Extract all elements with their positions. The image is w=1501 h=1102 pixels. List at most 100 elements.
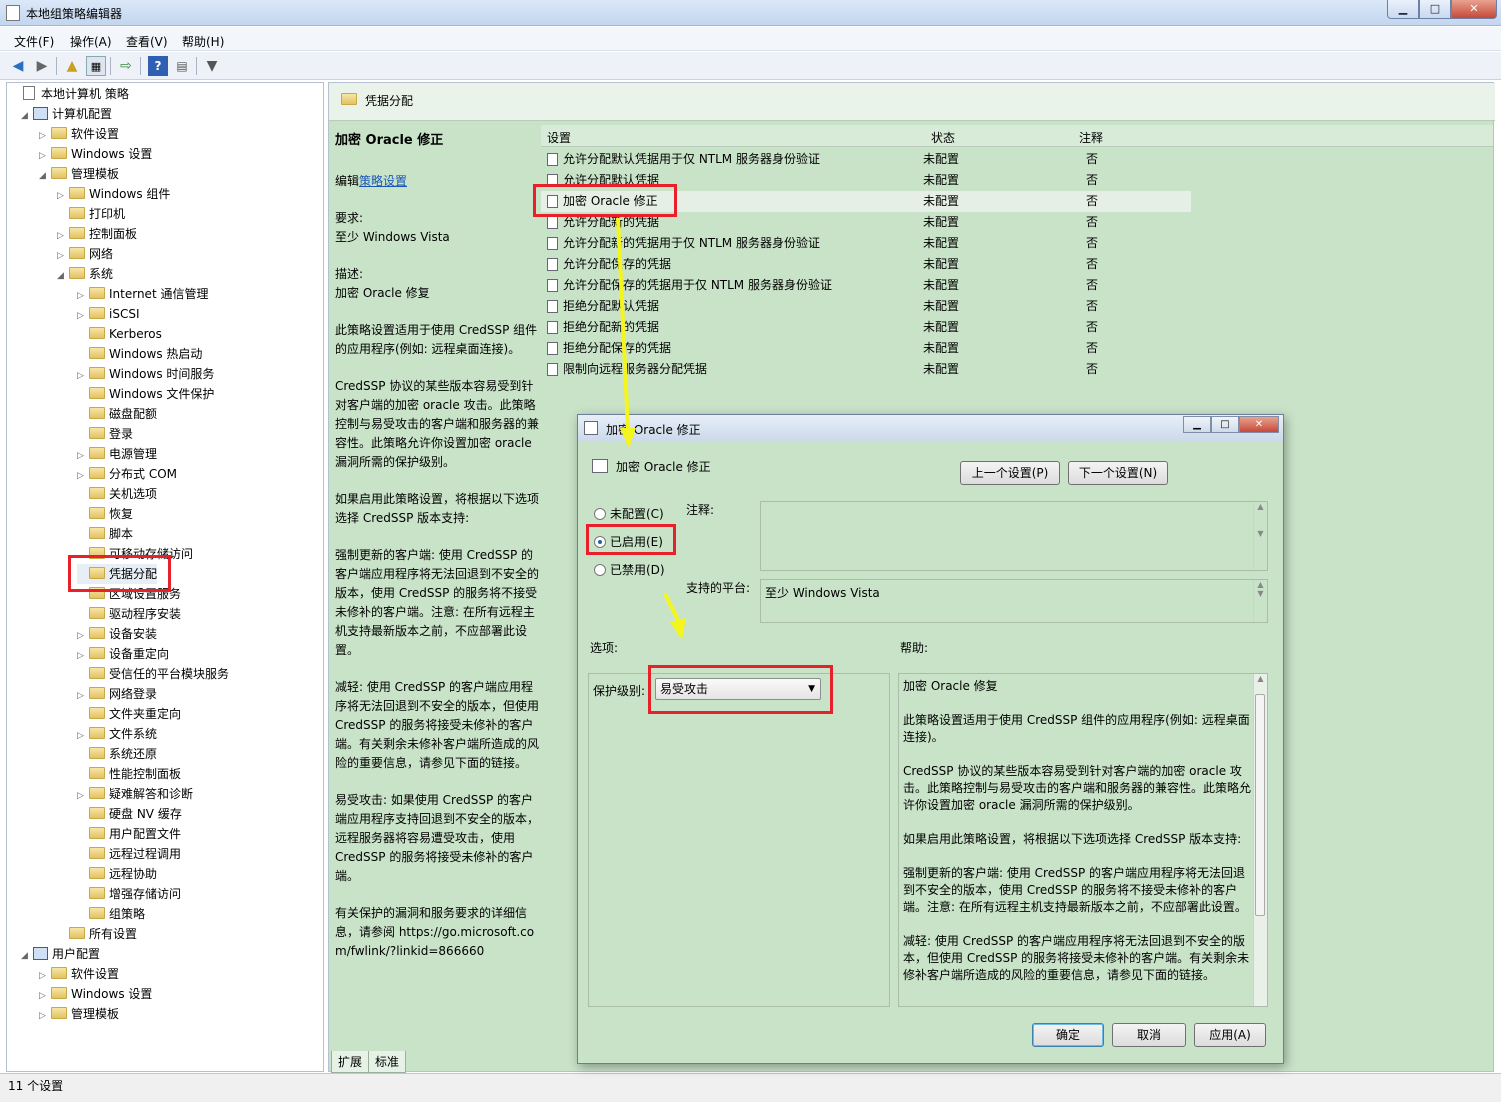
expand-arrow-icon[interactable]: ▷ — [77, 726, 89, 746]
radio-enabled[interactable]: 已启用(E) — [594, 533, 663, 550]
menu-file[interactable]: 文件(F) — [14, 33, 54, 50]
expand-arrow-icon[interactable]: ▷ — [77, 626, 89, 646]
list-item[interactable]: 拒绝分配新的凭据 未配置 否 — [541, 317, 1191, 338]
show-hide-tree-icon[interactable]: ▦ — [86, 56, 106, 76]
tree-item[interactable]: ▷ 分布式 COM — [77, 464, 177, 484]
tree-item[interactable]: ◢ 计算机配置 — [21, 104, 112, 124]
tree-item[interactable]: 登录 — [77, 424, 133, 444]
dialog-maximize-button[interactable]: □ — [1211, 416, 1239, 433]
tree-item[interactable]: 驱动程序安装 — [77, 604, 181, 624]
tree-item[interactable]: ▷ 疑难解答和诊断 — [77, 784, 193, 804]
edit-policy-link[interactable]: 策略设置 — [359, 174, 407, 188]
close-button[interactable]: ✕ — [1451, 0, 1497, 19]
comment-scrollbar[interactable]: ▲ ▼ — [1253, 502, 1267, 570]
tree-item[interactable]: ◢ 用户配置 — [21, 944, 100, 964]
tree-item[interactable]: ▷ Windows 组件 — [57, 184, 170, 204]
tree-item[interactable]: ▷ Windows 时间服务 — [77, 364, 214, 384]
dialog-minimize-button[interactable]: ▁ — [1183, 416, 1211, 433]
tree-item[interactable]: ▷ 管理模板 — [39, 1004, 119, 1024]
help-scroll-thumb[interactable] — [1255, 694, 1265, 916]
list-item[interactable]: 允许分配默认凭据 未配置 否 — [541, 170, 1191, 191]
tree-item[interactable]: ▷ 网络登录 — [77, 684, 157, 704]
tree-item[interactable]: 区域设置服务 — [77, 584, 181, 604]
filter-icon[interactable]: ▼ — [202, 56, 222, 76]
tree-item[interactable]: Kerberos — [77, 324, 162, 344]
tree-item[interactable]: 可移动存储访问 — [77, 544, 193, 564]
tree-item[interactable]: ◢ 系统 — [57, 264, 113, 284]
tree-item[interactable]: 受信任的平台模块服务 — [77, 664, 229, 684]
tree-item[interactable]: ▷ Windows 设置 — [39, 984, 152, 1004]
comment-textarea[interactable]: ▲ ▼ — [760, 501, 1268, 571]
tree-item[interactable]: ▷ 文件系统 — [77, 724, 157, 744]
list-item[interactable]: 允许分配新的凭据用于仅 NTLM 服务器身份验证 未配置 否 — [541, 233, 1191, 254]
expand-arrow-icon[interactable]: ▷ — [57, 186, 69, 206]
menu-help[interactable]: 帮助(H) — [182, 33, 224, 50]
tab-standard[interactable]: 标准 — [368, 1051, 407, 1073]
tree-item[interactable]: ▷ iSCSI — [77, 304, 140, 324]
expand-arrow-icon[interactable]: ▷ — [77, 686, 89, 706]
expand-arrow-icon[interactable]: ▷ — [39, 126, 51, 146]
collapse-arrow-icon[interactable]: ◢ — [21, 946, 33, 966]
cancel-button[interactable]: 取消 — [1112, 1023, 1186, 1047]
back-icon[interactable]: ◀ — [8, 56, 28, 76]
tree-item[interactable]: ▷ Windows 设置 — [39, 144, 152, 164]
radio-not-configured[interactable]: 未配置(C) — [594, 505, 664, 522]
tree-item[interactable]: 用户配置文件 — [77, 824, 181, 844]
tree-item[interactable]: 磁盘配额 — [77, 404, 157, 424]
tree-item[interactable]: 本地计算机 策略 — [11, 84, 129, 104]
list-item[interactable]: 允许分配新的凭据 未配置 否 — [541, 212, 1191, 233]
tree-item[interactable]: 远程协助 — [77, 864, 157, 884]
tree-item[interactable]: 打印机 — [57, 204, 125, 224]
tree-item[interactable]: ▷ 设备重定向 — [77, 644, 169, 664]
list-item[interactable]: 允许分配保存的凭据 未配置 否 — [541, 254, 1191, 275]
tree-item[interactable]: ▷ Internet 通信管理 — [77, 284, 208, 304]
tree-item[interactable]: 远程过程调用 — [77, 844, 181, 864]
properties-icon[interactable]: ▤ — [172, 56, 192, 76]
column-setting[interactable]: 设置 — [547, 129, 571, 146]
expand-arrow-icon[interactable]: ▷ — [77, 446, 89, 466]
expand-arrow-icon[interactable]: ▷ — [39, 986, 51, 1006]
collapse-arrow-icon[interactable]: ◢ — [21, 106, 33, 126]
tree-item[interactable]: 系统还原 — [77, 744, 157, 764]
protection-level-select[interactable]: 易受攻击 ▼ — [655, 678, 821, 700]
tree-item[interactable]: 性能控制面板 — [77, 764, 181, 784]
expand-arrow-icon[interactable]: ▷ — [39, 146, 51, 166]
expand-arrow-icon[interactable]: ▷ — [77, 306, 89, 326]
policy-tree[interactable]: 本地计算机 策略 ◢ 计算机配置 ▷ 软件设置 ▷ Windows 设置 ◢ 管理模板 ▷ Wind… — [6, 82, 324, 1072]
tree-item[interactable]: ◢ 管理模板 — [39, 164, 119, 184]
expand-arrow-icon[interactable]: ▷ — [57, 226, 69, 246]
tree-item[interactable]: ▷ 软件设置 — [39, 964, 119, 984]
tree-item[interactable]: 脚本 — [77, 524, 133, 544]
tab-extended[interactable]: 扩展 — [331, 1051, 370, 1073]
collapse-arrow-icon[interactable]: ◢ — [39, 166, 51, 186]
tree-item[interactable]: 恢复 — [77, 504, 133, 524]
expand-arrow-icon[interactable]: ▷ — [77, 366, 89, 386]
list-item[interactable]: 拒绝分配保存的凭据 未配置 否 — [541, 338, 1191, 359]
list-item[interactable]: 加密 Oracle 修正 未配置 否 — [541, 191, 1191, 212]
radio-disabled[interactable]: 已禁用(D) — [594, 561, 665, 578]
menu-action[interactable]: 操作(A) — [70, 33, 112, 50]
next-setting-button[interactable]: 下一个设置(N) — [1068, 461, 1168, 485]
tree-item[interactable]: Windows 文件保护 — [77, 384, 214, 404]
tree-item[interactable]: 所有设置 — [57, 924, 137, 944]
expand-arrow-icon[interactable]: ▷ — [39, 966, 51, 986]
column-comment[interactable]: 注释 — [1079, 129, 1103, 146]
expand-arrow-icon[interactable]: ▷ — [57, 246, 69, 266]
list-item[interactable]: 允许分配默认凭据用于仅 NTLM 服务器身份验证 未配置 否 — [541, 149, 1191, 170]
previous-setting-button[interactable]: 上一个设置(P) — [960, 461, 1060, 485]
platform-scrollbar[interactable]: ▲ ▼ — [1253, 580, 1267, 622]
tree-item[interactable]: 硬盘 NV 缓存 — [77, 804, 182, 824]
tree-item[interactable]: ▷ 网络 — [57, 244, 113, 264]
up-icon[interactable]: ▲ — [62, 56, 82, 76]
tree-item[interactable]: 凭据分配 — [77, 564, 158, 584]
tree-item[interactable]: Windows 热启动 — [77, 344, 202, 364]
help-icon[interactable]: ? — [148, 56, 168, 76]
expand-arrow-icon[interactable]: ▷ — [77, 646, 89, 666]
export-icon[interactable]: ⇨ — [116, 56, 136, 76]
expand-arrow-icon[interactable]: ▷ — [77, 286, 89, 306]
forward-icon[interactable]: ▶ — [32, 56, 52, 76]
ok-button[interactable]: 确定 — [1032, 1023, 1104, 1047]
expand-arrow-icon[interactable]: ▷ — [77, 786, 89, 806]
tree-item[interactable]: 增强存储访问 — [77, 884, 181, 904]
tree-item[interactable]: ▷ 电源管理 — [77, 444, 157, 464]
